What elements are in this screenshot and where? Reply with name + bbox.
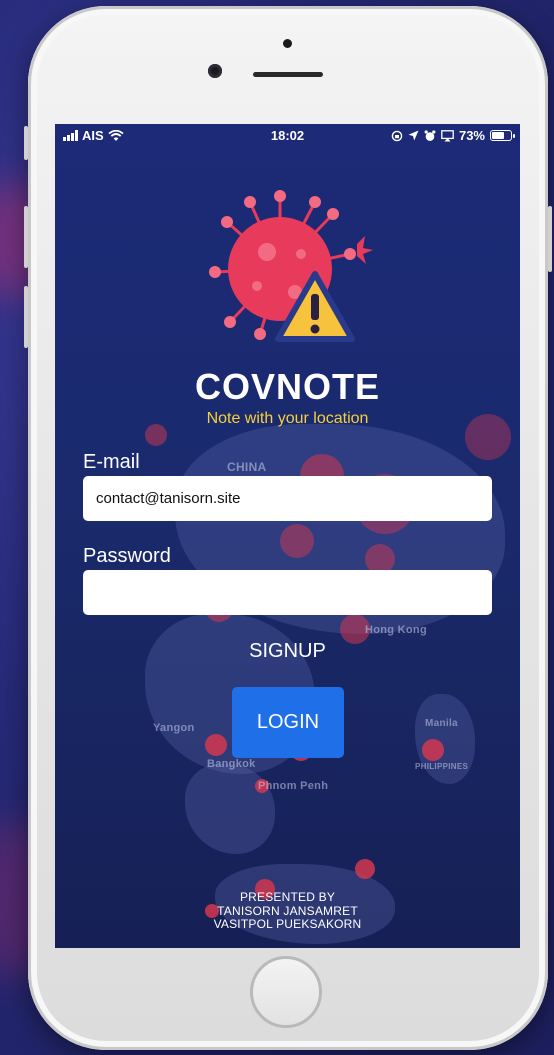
virus-warning-icon (209, 190, 373, 342)
credits-heading: PRESENTED BY (239, 890, 336, 904)
airplay-icon (441, 129, 454, 141)
rotation-lock-icon (391, 130, 403, 141)
login-button[interactable]: LOGIN (232, 687, 344, 758)
signup-button[interactable]: SIGNUP (55, 640, 520, 663)
alarm-icon (424, 129, 436, 141)
map-case-marker (422, 739, 444, 761)
phone-volume-up (24, 206, 28, 268)
credits: PRESENTED BY TANISORN JANSAMRET VASITPOL… (55, 890, 520, 932)
credits-author-2: VASITPOL PUEKSAKORN (213, 917, 362, 931)
phone-volume-down (24, 286, 28, 348)
phone-side-button (24, 126, 28, 160)
map-label-china: CHINA (227, 460, 267, 474)
earpiece-speaker (253, 72, 323, 77)
app-screen: CHINA Hong Kong Yangon Bangkok Phnom Pen… (55, 124, 520, 948)
credits-author-1: TANISORN JANSAMRET (217, 903, 358, 918)
email-field[interactable] (83, 476, 492, 521)
map-label-phnom-penh: Phnom Penh (258, 780, 329, 792)
home-button[interactable] (250, 956, 322, 1028)
password-label: Password (83, 545, 171, 567)
battery-icon (490, 130, 515, 141)
map-landmass (185, 764, 275, 854)
email-label: E-mail (83, 451, 140, 473)
phone-power-button (548, 206, 552, 272)
status-bar: AIS 18:02 73% (55, 124, 520, 146)
battery-percent: 73% (458, 128, 485, 143)
map-case-marker (355, 859, 375, 879)
map-label-yangon: Yangon (153, 722, 195, 734)
app-tagline: Note with your location (206, 410, 369, 427)
battery-fill (492, 132, 505, 139)
map-case-marker (205, 734, 227, 756)
map-label-hong-kong: Hong Kong (365, 624, 427, 636)
map-label-bangkok: Bangkok (207, 758, 256, 770)
map-label-philippines: PHILIPPINES (415, 762, 469, 771)
front-camera (208, 64, 222, 78)
app-title: COVNOTE (194, 366, 380, 407)
password-field[interactable] (83, 570, 492, 615)
proximity-sensor (283, 39, 292, 48)
map-case-marker (280, 524, 314, 558)
location-arrow-icon (408, 130, 419, 141)
map-label-manila: Manila (425, 718, 458, 729)
